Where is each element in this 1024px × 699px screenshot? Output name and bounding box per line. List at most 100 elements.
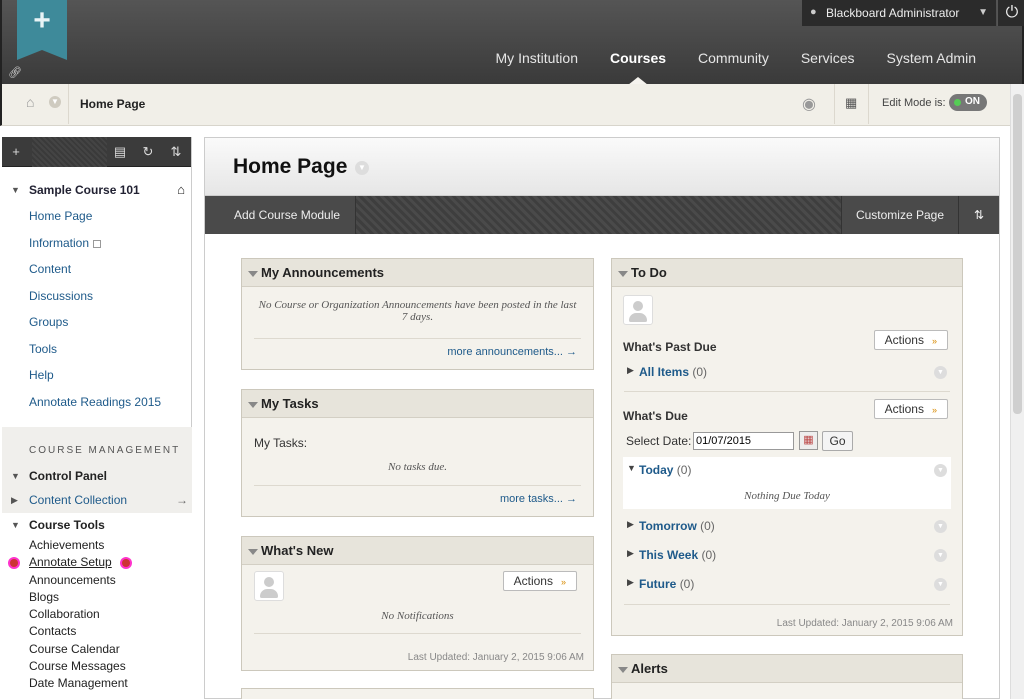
logo-plus-icon[interactable]: + (17, 0, 67, 60)
future-row[interactable]: ▶ Future (0) ▼ (623, 577, 951, 601)
empty-message: No tasks due. (388, 461, 447, 473)
user-name: Blackboard Administrator (826, 6, 960, 20)
module-title[interactable]: Alerts (612, 655, 962, 683)
nav-my-institution[interactable]: My Institution (480, 50, 594, 66)
power-icon[interactable]: ⏻ (997, 0, 1024, 26)
menu-link-home-page[interactable]: Home Page (2, 203, 191, 230)
student-preview-icon[interactable]: ◉ (802, 94, 816, 114)
menu-link-content[interactable]: Content (2, 256, 191, 283)
user-menu[interactable]: ● Blackboard Administrator ▼ (802, 0, 996, 26)
user-icon: ● (810, 6, 817, 18)
tool-course-calendar[interactable]: Course Calendar (2, 641, 192, 658)
nav-community[interactable]: Community (682, 50, 785, 66)
menu-link-groups[interactable]: Groups (2, 309, 191, 336)
tool-achievements[interactable]: Achievements (2, 537, 192, 554)
all-items-row[interactable]: ▶ All Items (0) ▼ (623, 365, 951, 389)
nav-services[interactable]: Services (785, 50, 871, 66)
menu-link-discussions[interactable]: Discussions (2, 283, 191, 310)
nav-courses[interactable]: Courses (594, 50, 682, 85)
course-tools-icon[interactable]: ▦ (845, 95, 857, 111)
menu-link-annotate-readings[interactable]: Annotate Readings 2015 (2, 389, 191, 416)
nav-system-admin[interactable]: System Admin (871, 50, 992, 66)
course-management-heading: COURSE MANAGEMENT (29, 445, 181, 456)
this-week-row[interactable]: ▶ This Week (0) ▼ (623, 548, 951, 572)
course-tools: ▼ Course Tools Achievements Annotate Setu… (2, 513, 192, 699)
more-tasks-link[interactable]: more tasks... → (500, 493, 577, 505)
tool-date-management[interactable]: Date Management (2, 675, 192, 692)
go-button[interactable]: Go (822, 431, 853, 451)
collapse-icon[interactable]: ▼ (11, 177, 20, 203)
course-tools-header[interactable]: ▼ Course Tools (2, 513, 192, 537)
course-management: COURSE MANAGEMENT ▼ Control Panel ▶ Conten… (2, 427, 192, 699)
reorder-icon[interactable]: ⇅ (958, 196, 999, 234)
tool-contacts[interactable]: Contacts (2, 623, 192, 640)
more-announcements-link[interactable]: more announcements... → (447, 346, 577, 358)
menu-link-information[interactable]: Information (2, 230, 191, 257)
scrollbar[interactable] (1010, 84, 1024, 699)
page-title: Home Page (233, 155, 348, 178)
module-title[interactable]: My Announcements (242, 259, 593, 287)
page-icon (93, 239, 102, 248)
marker-dot-icon (10, 559, 18, 568)
expand-icon[interactable]: ▼ (934, 520, 947, 533)
main-nav: My Institution Courses Community Service… (480, 50, 992, 85)
tool-course-messages[interactable]: Course Messages (2, 658, 192, 675)
marker-dot-icon (122, 559, 130, 568)
tasks-label: My Tasks: (254, 436, 308, 450)
edit-mode-label: Edit Mode is: (882, 97, 946, 109)
module-title[interactable]: What's New (242, 537, 593, 565)
module-title[interactable]: My Tasks (242, 390, 593, 418)
calendar-icon[interactable]: ▦ (799, 431, 818, 450)
chevron-down-icon[interactable]: ▼ (49, 96, 61, 108)
tool-announcements[interactable]: Announcements (2, 572, 192, 589)
expand-icon[interactable]: ▼ (934, 464, 947, 477)
actions-button[interactable]: Actions» (502, 571, 577, 591)
edit-mode-toggle[interactable]: ON (949, 94, 987, 111)
whats-new-module: What's New Actions» No Notifications Las… (241, 536, 594, 671)
content-collection[interactable]: ▶ Content Collection → (2, 488, 192, 512)
module-title[interactable]: To Do (612, 259, 962, 287)
date-input[interactable] (693, 432, 794, 450)
scrollbar-thumb[interactable] (1013, 94, 1022, 414)
add-course-module-button[interactable]: Add Course Module (205, 196, 357, 234)
expand-icon[interactable]: ▼ (934, 578, 947, 591)
announcements-module: My Announcements No Course or Organizati… (241, 258, 594, 370)
tool-blogs[interactable]: Blogs (2, 589, 192, 606)
avatar (254, 571, 284, 601)
menu-link-help[interactable]: Help (2, 362, 191, 389)
control-panel[interactable]: ▼ Control Panel (2, 464, 192, 488)
chevron-down-icon[interactable]: ▼ (355, 161, 369, 175)
last-updated: Last Updated: January 2, 2015 9:06 AM (407, 652, 584, 663)
tasks-module: My Tasks My Tasks: No tasks due. more ta… (241, 389, 594, 517)
actions-button[interactable]: Actions» (873, 330, 948, 350)
customize-page-button[interactable]: Customize Page (840, 196, 958, 234)
top-bar: + 🔗︎ ● Blackboard Administrator ▼ ⏻ My I… (0, 0, 1024, 85)
chevron-down-icon: » (560, 577, 566, 587)
whats-due-heading: What's Due (623, 409, 688, 423)
home-icon: ⌂ (177, 182, 185, 197)
link-icon[interactable]: 🔗︎ (8, 66, 22, 79)
course-name[interactable]: ▼ Sample Course 101 ⌂ (2, 177, 191, 203)
module-partial (241, 688, 594, 699)
past-due-heading: What's Past Due (623, 340, 717, 354)
alerts-module: Alerts (611, 654, 963, 699)
tomorrow-row[interactable]: ▶ Tomorrow (0) ▼ (623, 519, 951, 543)
last-updated: Last Updated: January 2, 2015 9:06 AM (776, 618, 953, 629)
select-date-label: Select Date: (626, 434, 692, 448)
today-row[interactable]: ▼ Today (0) ▼ (623, 463, 951, 487)
tool-collaboration[interactable]: Collaboration (2, 606, 192, 623)
expand-icon[interactable]: ▼ (934, 549, 947, 562)
tool-annotate-setup[interactable]: Annotate Setup (2, 554, 192, 571)
folder-view-icon[interactable]: ▤ (108, 137, 132, 167)
menu-link-tools[interactable]: Tools (2, 336, 191, 363)
reorder-icon[interactable]: ⇅ (164, 137, 188, 167)
home-icon[interactable]: ⌂ (26, 94, 34, 110)
course-menu: + ▤ ↻ ⇅ ▼ Sample Course 101 ⌂ Home Page … (2, 137, 192, 699)
breadcrumb: ⌂ ▼ Home Page ◉ ▦ Edit Mode is: ON (0, 84, 1010, 126)
expand-icon[interactable]: ▼ (934, 366, 947, 379)
main-content: Home Page ▼ Add Course Module Customize … (204, 137, 1000, 699)
refresh-icon[interactable]: ↻ (136, 137, 160, 167)
actions-button[interactable]: Actions» (873, 399, 948, 419)
empty-message: No Course or Organization Announcements … (258, 299, 577, 323)
add-menu-item-icon[interactable]: + (4, 137, 28, 167)
